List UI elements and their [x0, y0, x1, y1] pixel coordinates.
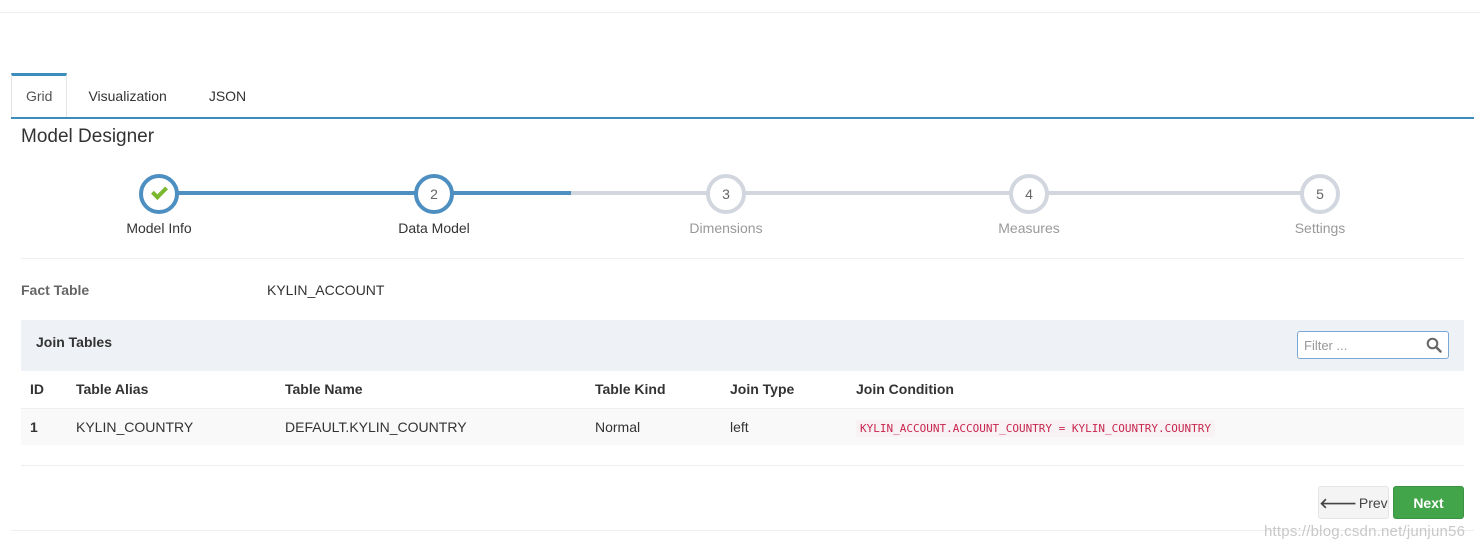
fact-table-label: Fact Table	[21, 282, 90, 298]
divider	[21, 465, 1464, 466]
fact-table-value: KYLIN_ACCOUNT	[267, 282, 385, 298]
prev-button[interactable]: 🡐 Prev	[1318, 486, 1389, 519]
view-tabs: Grid Visualization JSON	[11, 73, 267, 117]
divider	[21, 258, 1464, 259]
step-circle	[139, 174, 179, 214]
join-tables-title: Join Tables	[36, 334, 112, 350]
step-circle: 3	[706, 174, 746, 214]
column-header-id[interactable]: ID	[30, 371, 44, 408]
join-condition-code: KYLIN_ACCOUNT.ACCOUNT_COUNTRY = KYLIN_CO…	[856, 420, 1215, 437]
wizard-steps: Model Info 2 Data Model 3 Dimensions 4 M…	[0, 170, 1480, 240]
wizard-progress-done	[159, 191, 571, 195]
cell-join-type: left	[730, 419, 749, 435]
top-divider	[0, 12, 1480, 13]
table-row[interactable]: 1 KYLIN_COUNTRY DEFAULT.KYLIN_COUNTRY No…	[21, 408, 1464, 445]
tab-underline	[11, 117, 1474, 119]
column-header-alias[interactable]: Table Alias	[76, 371, 148, 408]
tab-grid[interactable]: Grid	[11, 73, 68, 117]
wizard-step-measures[interactable]: 4 Measures	[998, 174, 1060, 236]
tab-json[interactable]: JSON	[188, 73, 267, 117]
step-circle: 5	[1300, 174, 1340, 214]
join-table-header-row: ID Table Alias Table Name Table Kind Joi…	[21, 371, 1464, 408]
column-header-join-type[interactable]: Join Type	[730, 371, 794, 408]
column-header-join-condition[interactable]: Join Condition	[856, 371, 954, 408]
column-header-name[interactable]: Table Name	[285, 371, 363, 408]
wizard-step-dimensions[interactable]: 3 Dimensions	[689, 174, 763, 236]
cell-name: DEFAULT.KYLIN_COUNTRY	[285, 419, 467, 435]
wizard-step-settings[interactable]: 5 Settings	[1295, 174, 1345, 236]
arrow-left-icon: 🡐	[1319, 495, 1357, 511]
cell-alias: KYLIN_COUNTRY	[76, 419, 194, 435]
cell-id: 1	[30, 419, 38, 435]
step-label: Settings	[1294, 220, 1346, 236]
bottom-divider	[11, 530, 1474, 531]
step-label: Model Info	[126, 220, 192, 236]
next-button[interactable]: Next🡒	[1393, 486, 1464, 544]
filter-box	[1297, 331, 1449, 359]
page-title: Model Designer	[21, 126, 155, 147]
prev-button-label: Prev	[1358, 495, 1388, 511]
tab-visualization[interactable]: Visualization	[67, 73, 187, 117]
wizard-progress-todo	[571, 191, 1320, 195]
cell-join-condition: KYLIN_ACCOUNT.ACCOUNT_COUNTRY = KYLIN_CO…	[856, 409, 1215, 446]
step-label: Data Model	[398, 220, 470, 236]
column-header-kind[interactable]: Table Kind	[595, 371, 666, 408]
search-icon[interactable]	[1426, 337, 1442, 353]
step-circle: 2	[414, 174, 454, 214]
cell-kind: Normal	[595, 419, 641, 435]
next-button-label: Next	[1413, 495, 1444, 511]
watermark: https://blog.csdn.net/junjun56	[1264, 523, 1466, 540]
filter-input[interactable]	[1298, 332, 1418, 358]
wizard-step-model-info[interactable]: Model Info	[126, 174, 192, 236]
check-icon	[150, 183, 168, 200]
wizard-step-data-model[interactable]: 2 Data Model	[398, 174, 470, 236]
step-circle: 4	[1009, 174, 1049, 214]
join-tables-header: Join Tables	[21, 320, 1464, 371]
step-label: Dimensions	[689, 220, 763, 236]
step-label: Measures	[998, 220, 1060, 236]
